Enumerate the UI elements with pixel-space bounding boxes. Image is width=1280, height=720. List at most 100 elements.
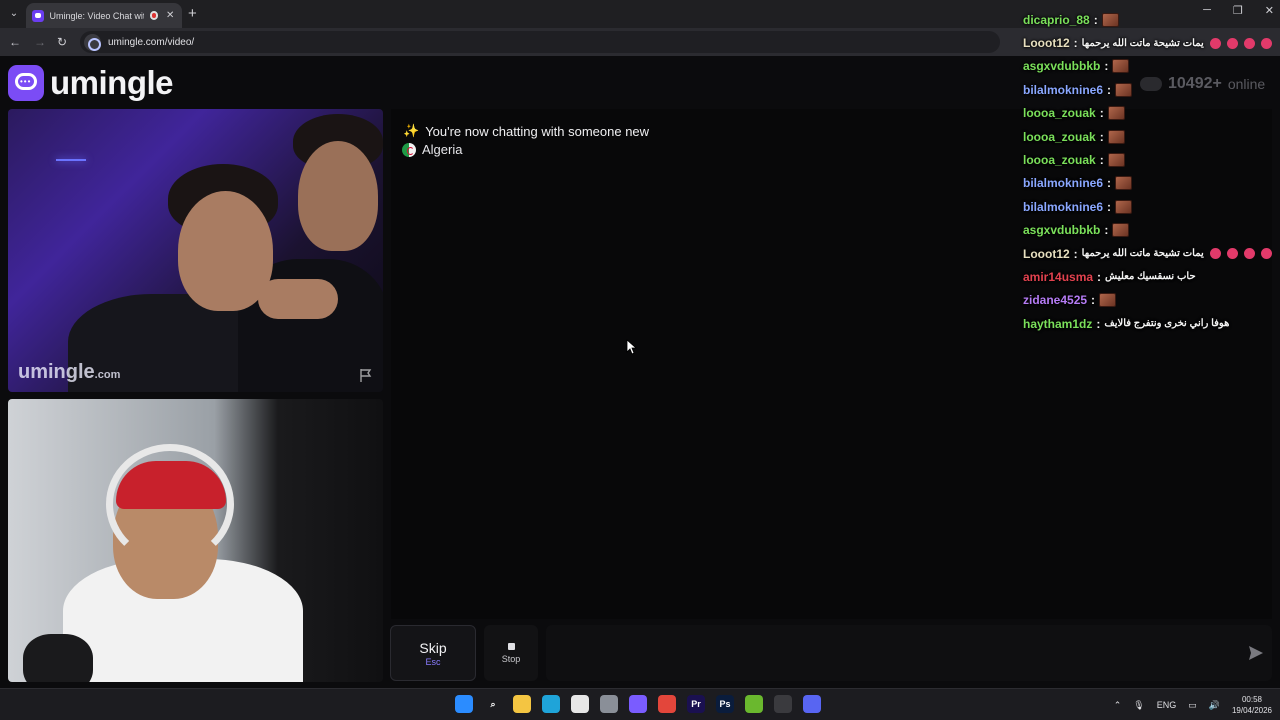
heart-emoji-icon <box>1260 248 1272 260</box>
country-name: Algeria <box>422 142 463 157</box>
chat-username[interactable]: bilalmoknine6 <box>1023 176 1103 190</box>
chat-text: هوفا راني نخرى ونتفرج فالايف <box>1104 318 1230 330</box>
system-tray: ⌃ 🎙 ENG ▭ 🔊 00:58 19/04/2026 <box>1114 694 1272 716</box>
stop-label: Stop <box>501 654 521 664</box>
chat-emote-icon <box>1112 223 1130 238</box>
chat-username[interactable]: loooa_zouak <box>1023 153 1096 167</box>
chat-message: bilalmoknine6: <box>1018 172 1280 195</box>
chat-emote-icon <box>1107 153 1125 168</box>
chat-username[interactable]: zidane4525 <box>1023 293 1087 307</box>
chat-message: zidane4525: <box>1018 289 1280 312</box>
store-icon[interactable] <box>571 695 589 713</box>
chat-message: asgxvdubbkb: <box>1018 55 1280 78</box>
chat-username[interactable]: bilalmoknine6 <box>1023 200 1103 214</box>
chat-username[interactable]: Looot12 <box>1023 36 1070 50</box>
chat-message: Looot12: يمات تشيحة ماتت الله يرحمها <box>1018 31 1280 54</box>
chrome-icon[interactable] <box>658 695 676 713</box>
heart-emoji-icon <box>1226 37 1238 49</box>
chat-message: amir14usma: حاب نسقسيك معليش <box>1018 265 1280 288</box>
send-icon[interactable] <box>1247 644 1265 662</box>
volume-icon[interactable]: 🔊 <box>1209 700 1220 711</box>
chat-message: loooa_zouak: <box>1018 125 1280 148</box>
chat-username[interactable]: dicaprio_88 <box>1023 13 1090 27</box>
chat-username[interactable]: amir14usma <box>1023 270 1093 284</box>
heart-emoji-icon <box>1243 248 1255 260</box>
chat-bubble-logo-icon: ••• <box>8 65 44 101</box>
stop-button[interactable]: Stop <box>484 625 538 681</box>
chat-message: loooa_zouak: <box>1018 148 1280 171</box>
tab-close-icon[interactable]: ✕ <box>164 10 176 21</box>
display-icon[interactable]: ▭ <box>1188 700 1197 711</box>
chat-username[interactable]: Looot12 <box>1023 247 1070 261</box>
recorder-icon[interactable] <box>774 695 792 713</box>
settings-icon[interactable] <box>600 695 618 713</box>
umingle-logo[interactable]: ••• umingle <box>8 64 174 102</box>
forward-arrow-icon[interactable]: → <box>31 33 49 51</box>
chat-username[interactable]: haytham1dz <box>1023 317 1092 331</box>
chat-separator: : <box>1107 82 1112 97</box>
stop-square-icon <box>507 643 515 650</box>
chat-separator: : <box>1093 12 1098 27</box>
tray-chevron-icon[interactable]: ⌃ <box>1114 700 1122 711</box>
chat-emote-icon <box>1099 293 1117 308</box>
chat-username[interactable]: asgxvdubbkb <box>1023 223 1100 237</box>
chat-emote-icon <box>1112 59 1130 74</box>
edge-icon[interactable] <box>542 695 560 713</box>
chat-text: حاب نسقسيك معليش <box>1105 271 1196 283</box>
chat-message: dicaprio_88: <box>1018 8 1280 31</box>
skip-button[interactable]: Skip Esc <box>390 625 476 681</box>
chat-separator: : <box>1099 129 1104 144</box>
windows-start-icon[interactable] <box>455 695 473 713</box>
photoshop-icon[interactable]: Ps <box>716 695 734 713</box>
led-light-strip <box>56 159 86 161</box>
chat-separator: : <box>1096 316 1101 331</box>
premiere-icon[interactable]: Pr <box>687 695 705 713</box>
site-info-icon[interactable] <box>84 33 101 51</box>
chat-username[interactable]: loooa_zouak <box>1023 106 1096 120</box>
message-input[interactable] <box>546 625 1272 681</box>
chat-text: يمات تشيحة ماتت الله يرحمها <box>1081 37 1204 49</box>
chat-message: bilalmoknine6: <box>1018 195 1280 218</box>
headphones <box>106 444 234 564</box>
url-text: umingle.com/video/ <box>108 36 195 48</box>
microphone-icon[interactable]: 🎙 <box>1133 700 1144 711</box>
windows-taskbar: ⌕ Pr Ps ⌃ 🎙 ENG ▭ 🔊 00:58 19/04/2026 <box>0 688 1280 720</box>
chat-separator: : <box>1091 293 1096 308</box>
chat-separator: : <box>1073 36 1078 51</box>
utorrent-icon[interactable] <box>745 695 763 713</box>
chat-username[interactable]: bilalmoknine6 <box>1023 83 1103 97</box>
discord-icon[interactable] <box>803 695 821 713</box>
stream-chat-overlay: dicaprio_88: Looot12: يمات تشيحة ماتت الله… <box>1018 8 1280 335</box>
url-field[interactable]: umingle.com/video/ <box>80 31 1000 53</box>
chat-separator: : <box>1104 223 1109 238</box>
language-indicator[interactable]: ENG <box>1157 700 1177 710</box>
file-explorer-icon[interactable] <box>513 695 531 713</box>
recording-indicator-icon <box>149 11 159 20</box>
chat-message: Looot12: يمات تشيحة ماتت الله يرحمها <box>1018 242 1280 265</box>
chat-separator: : <box>1073 246 1078 261</box>
search-icon[interactable]: ⌕ <box>484 695 502 713</box>
chat-separator: : <box>1099 153 1104 168</box>
system-message: ✨ You're now chatting with someone new <box>403 123 649 139</box>
friend-hand <box>258 279 338 319</box>
browser-tab[interactable]: Umingle: Video Chat with S ✕ <box>26 3 182 28</box>
heart-emoji-icon <box>1209 248 1221 260</box>
chat-username[interactable]: loooa_zouak <box>1023 130 1096 144</box>
back-arrow-icon[interactable]: ← <box>6 33 24 51</box>
system-message-text: You're now chatting with someone new <box>425 123 650 139</box>
microphone <box>23 634 93 682</box>
chat-separator: : <box>1107 176 1112 191</box>
chat-username[interactable]: asgxvdubbkb <box>1023 59 1100 73</box>
chat-separator: : <box>1104 59 1109 74</box>
stranger-country: Algeria <box>402 142 462 157</box>
chat-text: يمات تشيحة ماتت الله يرحمها <box>1081 248 1204 260</box>
report-flag-icon[interactable] <box>358 367 374 383</box>
new-tab-button[interactable]: + <box>188 5 197 22</box>
twitch-app-icon[interactable] <box>629 695 647 713</box>
clock[interactable]: 00:58 19/04/2026 <box>1232 694 1272 716</box>
chat-emote-icon <box>1107 129 1125 144</box>
tab-list-chevron-icon[interactable]: ⌄ <box>6 6 22 22</box>
heart-emoji-icon <box>1226 248 1238 260</box>
chat-emote-icon <box>1107 106 1125 121</box>
reload-icon[interactable]: ↻ <box>53 33 71 51</box>
